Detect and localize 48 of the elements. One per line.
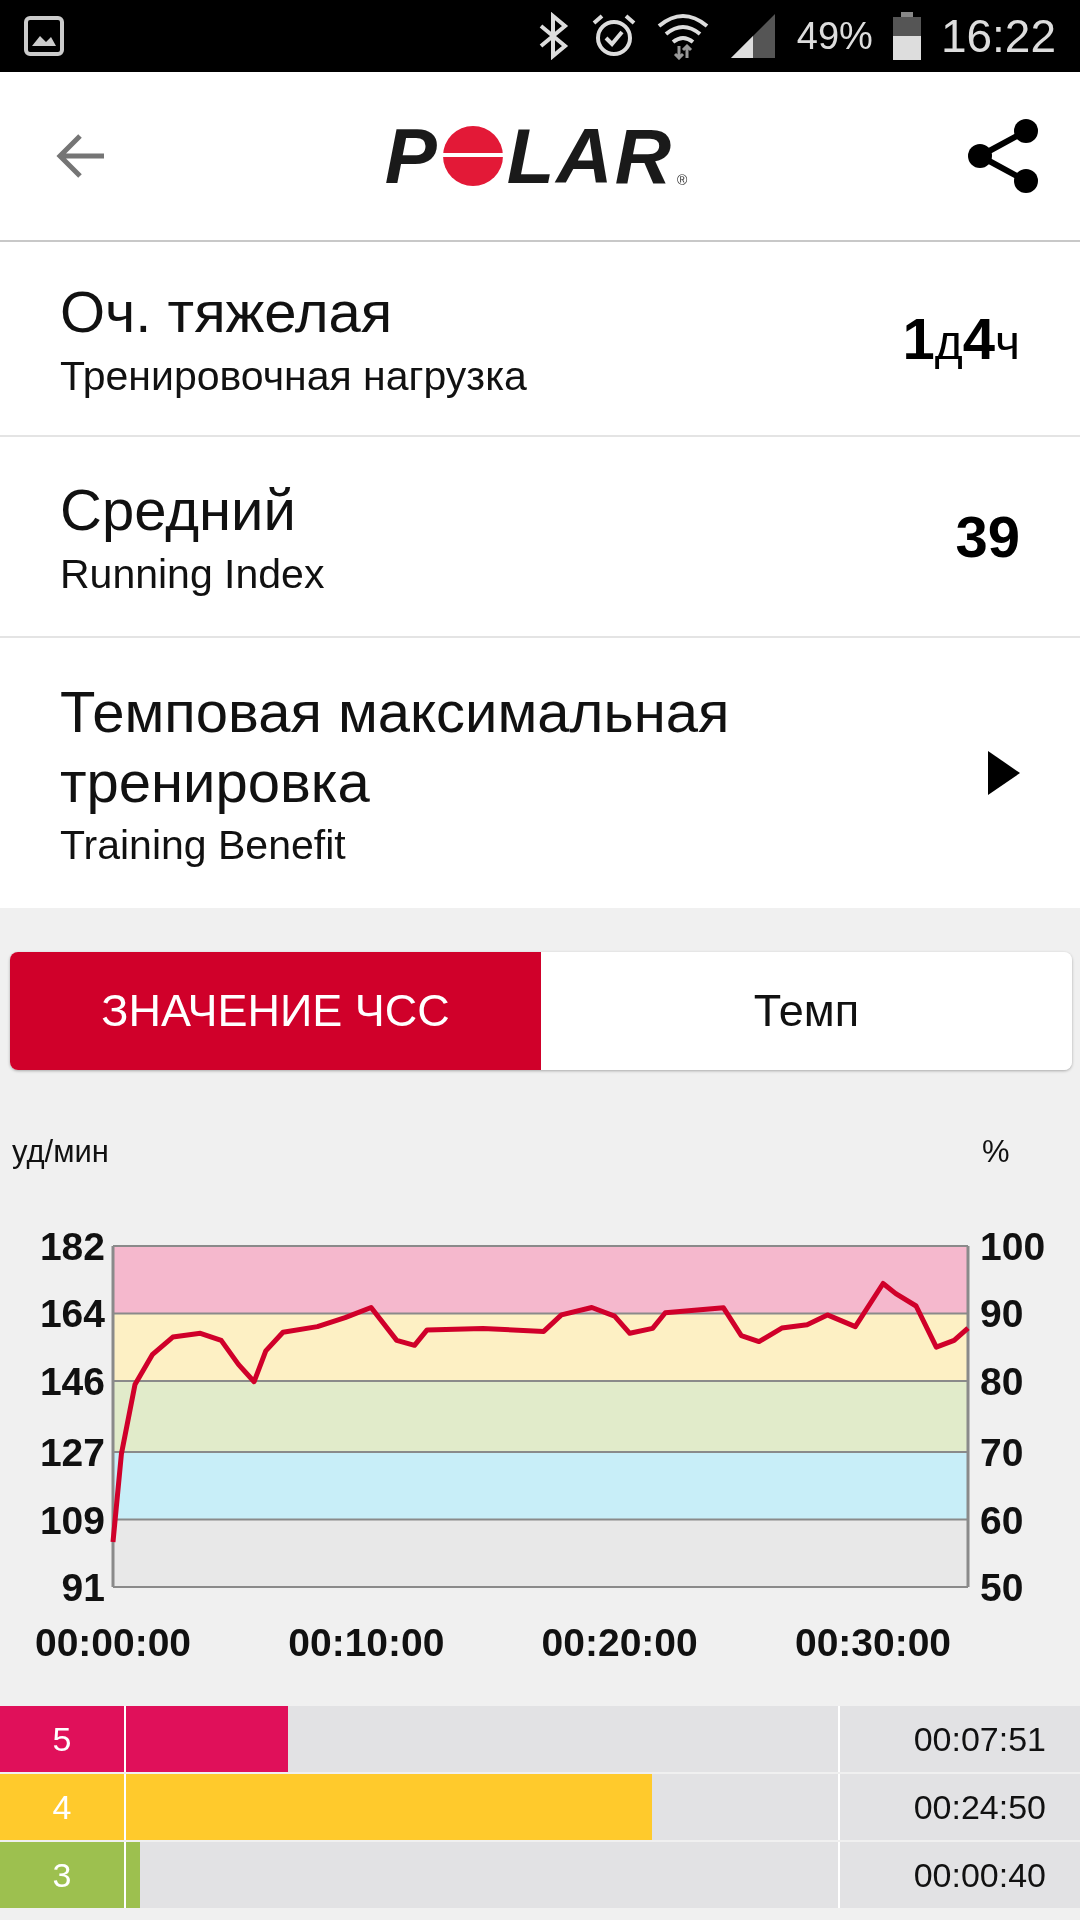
y2-tick-label: 70 [980, 1431, 1024, 1475]
y2-tick-label: 80 [980, 1359, 1024, 1403]
logo-dot-icon [442, 126, 503, 186]
y-tick-label: 182 [39, 1225, 105, 1268]
y2-tick-label: 50 [980, 1566, 1024, 1609]
x-tick-label: 00:30:00 [794, 1621, 952, 1664]
metric-title: Средний [60, 476, 297, 545]
y2-tick-label: 90 [980, 1292, 1024, 1336]
zone-number: 5 [0, 1706, 124, 1772]
logo-text: LAR [506, 110, 673, 202]
back-icon[interactable] [56, 133, 106, 179]
gallery-icon [24, 16, 64, 56]
metric-title: Темповая максимальная тренировка [60, 677, 731, 816]
y-tick-label: 109 [39, 1498, 105, 1542]
logo-letter: P [384, 110, 439, 202]
share-icon[interactable] [966, 119, 1040, 193]
y2-tick-label: 60 [980, 1498, 1024, 1542]
zone-number: 3 [0, 1842, 124, 1908]
y-tick-label: 91 [61, 1566, 105, 1609]
y2-tick-label: 100 [980, 1225, 1046, 1268]
y-axis-label: уд/мин [12, 1134, 109, 1169]
metric-title: Оч. тяжелая [60, 278, 394, 347]
battery-percent: 49% [796, 14, 873, 58]
x-tick-label: 00:20:00 [541, 1621, 698, 1664]
metric-subtitle: Тренировочная нагрузка [60, 352, 528, 400]
y2-axis-label: % [982, 1134, 1010, 1169]
wifi-icon [656, 12, 709, 60]
registered-mark: ® [677, 171, 688, 188]
metric-row[interactable]: Темповая максимальная тренировка Training Benefit [0, 638, 1080, 908]
alarm-icon [590, 13, 637, 59]
zone-number: 4 [0, 1774, 124, 1840]
y-tick-label: 164 [39, 1292, 105, 1336]
chart-tab[interactable]: ЗНАЧЕНИЕ ЧСС [10, 952, 541, 1070]
chart-tab[interactable]: Темп [541, 952, 1072, 1070]
play-icon[interactable] [988, 751, 1020, 795]
metric-value: 1д4ч [902, 305, 1020, 372]
clock-time: 16:22 [940, 9, 1056, 63]
y-tick-label: 146 [39, 1359, 105, 1403]
battery-icon [892, 12, 921, 60]
zone-time: 00:00:40 [840, 1842, 1080, 1908]
y-tick-label: 127 [39, 1431, 105, 1475]
metric-subtitle: Training Benefit [60, 822, 347, 870]
x-tick-label: 00:10:00 [288, 1621, 445, 1664]
zone-time: 00:07:51 [840, 1706, 1080, 1772]
metric-subtitle: Running Index [60, 550, 326, 598]
zone-time: 00:24:50 [840, 1774, 1080, 1840]
x-tick-label: 00:00:00 [34, 1621, 192, 1664]
metric-value: 39 [955, 503, 1020, 570]
